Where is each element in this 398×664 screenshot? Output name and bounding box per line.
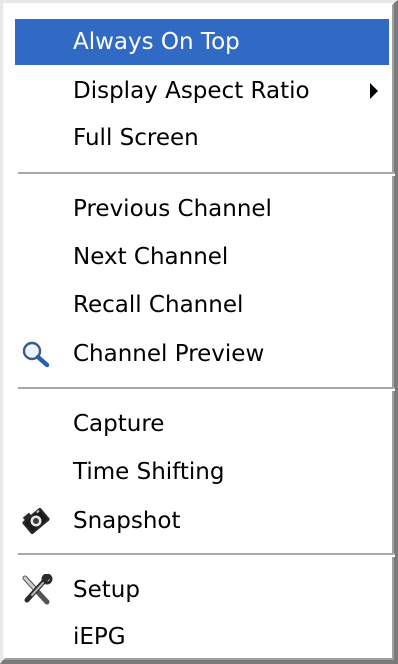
- menu-separator: [18, 172, 395, 176]
- menu-item-label: Always On Top: [73, 29, 240, 55]
- tools-icon: [19, 573, 53, 606]
- menu-item-full-screen[interactable]: Full Screen: [15, 115, 389, 161]
- menu-item-label: Display Aspect Ratio: [73, 78, 310, 104]
- submenu-arrow-icon: [370, 83, 378, 99]
- magnifier-icon: [19, 338, 53, 370]
- menu-item-previous-channel[interactable]: Previous Channel: [15, 186, 389, 232]
- menu-item-always-on-top[interactable]: Always On Top: [15, 19, 389, 65]
- menu-item-capture[interactable]: Capture: [15, 401, 389, 447]
- context-menu: Always On Top Display Aspect Ratio Full …: [0, 0, 398, 664]
- menu-separator: [18, 387, 395, 391]
- menu-item-label: Previous Channel: [73, 196, 272, 222]
- menu-item-channel-preview[interactable]: Channel Preview: [15, 331, 389, 377]
- menu-item-label: Snapshot: [73, 508, 181, 534]
- menu-item-iepg[interactable]: iEPG: [15, 614, 389, 660]
- menu-item-label: Setup: [73, 577, 140, 603]
- menu-item-label: iEPG: [73, 624, 126, 650]
- camera-icon: [19, 505, 53, 537]
- menu-item-label: Channel Preview: [73, 341, 265, 367]
- menu-item-display-aspect-ratio[interactable]: Display Aspect Ratio: [15, 68, 389, 114]
- menu-item-label: Recall Channel: [73, 292, 244, 318]
- menu-item-next-channel[interactable]: Next Channel: [15, 234, 389, 280]
- menu-item-label: Time Shifting: [73, 459, 225, 485]
- menu-item-recall-channel[interactable]: Recall Channel: [15, 282, 389, 328]
- menu-item-snapshot[interactable]: Snapshot: [15, 498, 389, 544]
- menu-item-label: Next Channel: [73, 244, 229, 270]
- menu-item-label: Full Screen: [73, 125, 199, 151]
- menu-item-time-shifting[interactable]: Time Shifting: [15, 449, 389, 495]
- menu-item-setup[interactable]: Setup: [15, 567, 389, 613]
- menu-separator: [18, 553, 395, 557]
- menu-item-label: Capture: [73, 411, 165, 437]
